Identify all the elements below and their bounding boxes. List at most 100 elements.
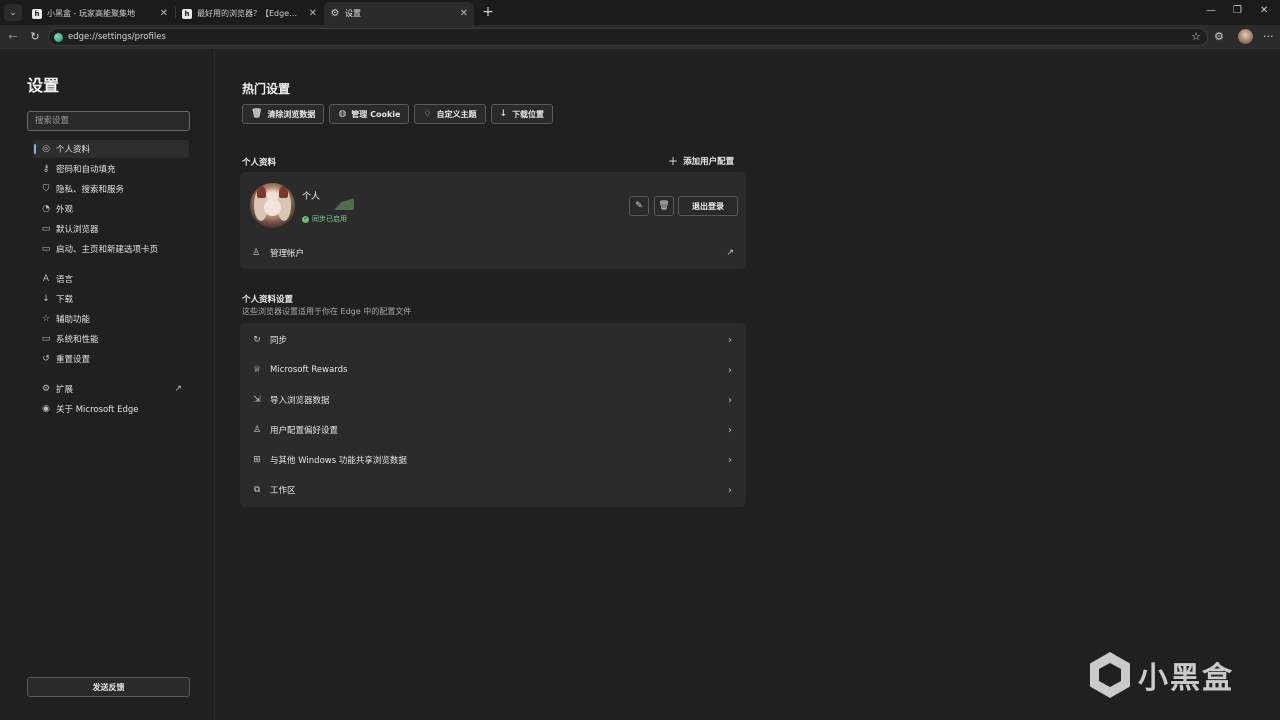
watermark-text: 小黑盒 — [1138, 661, 1234, 696]
sidebar-item-label: 外观 — [56, 205, 74, 215]
chevron-right-icon: › — [728, 424, 732, 436]
search-settings-input[interactable] — [27, 111, 190, 131]
customize-theme-button[interactable]: ♢ 自定义主题 — [414, 104, 486, 124]
trophy-icon: ♕ — [252, 365, 262, 375]
button-label: 自定义主题 — [436, 109, 477, 119]
account-email-redacted — [334, 198, 354, 210]
sidebar-item-appearance[interactable]: ◔ 外观 — [33, 200, 189, 218]
sidebar-item-startup[interactable]: ▭ 启动、主页和新建选项卡页 — [33, 240, 189, 258]
download-location-button[interactable]: ↓ 下载位置 — [490, 104, 554, 124]
tab-actions-menu-button[interactable]: ⌄ — [4, 4, 22, 21]
new-tab-button[interactable]: + — [480, 4, 496, 20]
lock-icon: ⛉ — [42, 184, 50, 194]
puzzle-icon: ⚙ — [1214, 30, 1224, 43]
reset-icon: ↺ — [42, 354, 50, 364]
sidebar-item-accessibility[interactable]: ☆ 辅助功能 — [33, 310, 189, 328]
add-profile-button[interactable]: + 添加用户配置 — [668, 154, 734, 168]
xiaoheihe-logo-icon — [1090, 652, 1130, 698]
xiaoheihe-favicon-icon: h — [182, 8, 192, 19]
edge-logo-icon: ◉ — [42, 404, 50, 414]
brush-icon: ♢ — [423, 109, 432, 119]
button-label: 管理 Cookie — [351, 109, 401, 119]
settings-row-windows-share[interactable]: ⊞ 与其他 Windows 功能共享浏览数据 › — [240, 445, 746, 475]
manage-cookie-button[interactable]: ◍ 管理 Cookie — [329, 104, 410, 124]
manage-account-row[interactable]: ♙ 管理帐户 ↗ — [240, 242, 746, 264]
accessibility-icon: ☆ — [41, 314, 51, 324]
tab-settings[interactable]: ⚙ 设置 ✕ — [324, 2, 474, 25]
button-label: 下载位置 — [512, 109, 545, 119]
address-bar[interactable]: edge://settings/profiles ☆ — [48, 28, 1208, 46]
row-label: 导入浏览器数据 — [270, 396, 330, 406]
chevron-right-icon: › — [728, 454, 732, 466]
plus-icon: + — [482, 4, 494, 20]
restore-icon: ❐ — [1233, 5, 1242, 16]
favorite-star-icon[interactable]: ☆ — [1191, 30, 1201, 43]
button-label: 清除浏览数据 — [267, 109, 316, 119]
minimize-button[interactable]: — — [1206, 5, 1216, 16]
sidebar-item-languages[interactable]: A 语言 — [33, 270, 189, 288]
reload-button[interactable]: ↻ — [28, 30, 42, 44]
home-tab-icon: ▭ — [41, 244, 51, 254]
sidebar-item-label: 系统和性能 — [56, 335, 99, 345]
close-window-button[interactable]: ✕ — [1260, 5, 1268, 16]
tab-xiaoheihe[interactable]: h 小黑盒 - 玩家高能聚集地 ✕ — [26, 2, 174, 25]
sidebar-item-label: 辅助功能 — [56, 315, 91, 325]
language-icon: A — [42, 274, 50, 284]
profile-settings-description: 这些浏览器设置适用于你在 Edge 中的配置文件 — [242, 307, 412, 316]
profile-avatar-button[interactable] — [1238, 29, 1253, 44]
chevron-down-icon: ⌄ — [9, 7, 17, 18]
workspaces-icon: ⧉ — [253, 485, 261, 495]
settings-main: 热门设置 🗑︎ 清除浏览数据 ◍ 管理 Cookie ♢ 自定义主题 ↓ 下载位… — [216, 50, 1280, 720]
sidebar-item-profiles[interactable]: ◎ 个人资料 — [33, 140, 189, 158]
profile-avatar — [250, 183, 295, 228]
cookie-icon: ◍ — [338, 109, 347, 119]
clear-browsing-data-button[interactable]: 🗑︎ 清除浏览数据 — [242, 104, 325, 124]
browser-toolbar: ← ↻ edge://settings/profiles ☆ ⚙ ··· — [0, 25, 1280, 49]
sidebar-item-extensions[interactable]: ⚙ 扩展 ↗ — [33, 380, 189, 398]
settings-row-preferences[interactable]: ♙ 用户配置偏好设置 › — [240, 415, 746, 445]
avatar-ear — [257, 186, 266, 198]
close-icon[interactable]: ✕ — [160, 8, 168, 19]
address-url[interactable]: edge://settings/profiles — [68, 32, 166, 42]
sidebar-item-label: 下载 — [56, 295, 74, 305]
settings-row-workspaces[interactable]: ⧉ 工作区 › — [240, 475, 746, 505]
sign-out-button[interactable]: 退出登录 — [678, 196, 738, 216]
import-icon: ⇲ — [253, 395, 261, 405]
sidebar-item-reset[interactable]: ↺ 重置设置 — [33, 350, 189, 368]
hot-settings-title: 热门设置 — [242, 82, 291, 96]
delete-profile-button[interactable]: 🗑︎ — [654, 196, 674, 216]
tab-edge-guide[interactable]: h 最好用的浏览器？【Edge】完全使用指南 ✕ — [176, 2, 323, 25]
back-button[interactable]: ← — [6, 30, 20, 44]
settings-row-import[interactable]: ⇲ 导入浏览器数据 › — [240, 385, 746, 415]
sidebar-item-label: 个人资料 — [56, 145, 91, 155]
close-icon[interactable]: ✕ — [309, 8, 317, 19]
sidebar-item-privacy[interactable]: ⛉ 隐私、搜索和服务 — [33, 180, 189, 198]
profile-card: 个人 ✓ 同步已启用 ✎ 🗑︎ 退出登录 ♙ 管理帐户 ↗ — [240, 172, 746, 269]
avatar-face — [264, 199, 281, 216]
close-icon[interactable]: ✕ — [460, 8, 468, 19]
send-feedback-button[interactable]: 发送反馈 — [27, 677, 190, 697]
restore-button[interactable]: ❐ — [1233, 5, 1242, 16]
row-label: 与其他 Windows 功能共享浏览数据 — [270, 456, 407, 466]
sync-status-text: 同步已启用 — [312, 215, 347, 223]
sidebar-item-system[interactable]: ▭ 系统和性能 — [33, 330, 189, 348]
profile-settings-title: 个人资料设置 — [242, 295, 294, 305]
settings-row-sync[interactable]: ↻ 同步 › — [240, 325, 746, 355]
sidebar-item-default-browser[interactable]: ▭ 默认浏览器 — [33, 220, 189, 238]
more-menu-button[interactable]: ··· — [1263, 30, 1274, 43]
gear-icon: ⚙ — [330, 8, 340, 19]
edit-profile-button[interactable]: ✎ — [629, 196, 649, 216]
sidebar-item-downloads[interactable]: ↓ 下载 — [33, 290, 189, 308]
row-label: 工作区 — [270, 486, 296, 496]
settings-row-rewards[interactable]: ♕ Microsoft Rewards › — [240, 355, 746, 385]
sidebar-item-label: 扩展 — [56, 385, 74, 395]
row-label: Microsoft Rewards — [270, 365, 348, 375]
sidebar-item-label: 重置设置 — [56, 355, 91, 365]
sidebar-item-passwords[interactable]: ⚷ 密码和自动填充 — [33, 160, 189, 178]
sidebar-item-label: 语言 — [56, 275, 74, 285]
chevron-right-icon: › — [728, 394, 732, 406]
sidebar-item-about[interactable]: ◉ 关于 Microsoft Edge — [33, 400, 189, 418]
row-label: 同步 — [270, 336, 288, 346]
extensions-button[interactable]: ⚙ — [1214, 30, 1224, 43]
laptop-icon: ▭ — [41, 334, 51, 344]
